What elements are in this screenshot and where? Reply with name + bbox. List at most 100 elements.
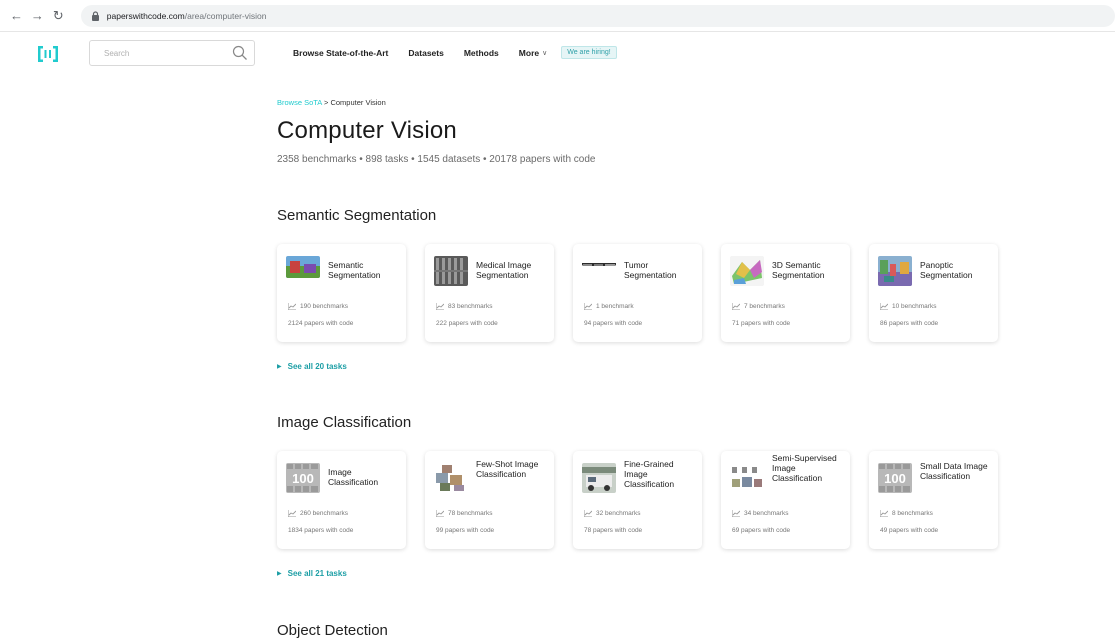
benchmark-text: 260 benchmarks: [300, 510, 349, 517]
hiring-badge[interactable]: We are hiring!: [561, 46, 617, 59]
task-name: Image Classification: [328, 467, 379, 487]
svg-text:100: 100: [884, 471, 906, 486]
benchmark-count: 190 benchmarks: [287, 303, 349, 311]
task-card-tumor-segmentation[interactable]: Tumor Segmentation 1 benchmark 94 papers…: [573, 244, 702, 342]
task-name: 3D Semantic Segmentation: [772, 260, 825, 280]
task-name: Small Data Image Classification: [920, 461, 988, 481]
task-card-semi-supervised-image-classification[interactable]: Semi-Supervised Image Classification 34 …: [721, 451, 850, 549]
benchmark-text: 8 benchmarks: [892, 510, 933, 517]
task-card-panoptic-segmentation[interactable]: Panoptic Segmentation 10 benchmarks 86 p…: [869, 244, 998, 342]
benchmark-text: 7 benchmarks: [744, 303, 785, 310]
url-host: paperswithcode.com: [106, 10, 185, 21]
papers-count: 49 papers with code: [880, 527, 939, 534]
benchmark-text: 32 benchmarks: [596, 510, 641, 517]
task-thumbnail: 100: [286, 463, 320, 493]
benchmark-text: 83 benchmarks: [448, 303, 493, 310]
section-object-detection: Object Detection: [277, 622, 388, 639]
task-thumbnail: [582, 258, 616, 266]
task-name: Few-Shot Image Classification: [476, 459, 539, 479]
benchmark-count: 83 benchmarks: [435, 303, 493, 311]
task-thumbnail: [434, 463, 468, 493]
lock-icon: [91, 10, 101, 21]
see-all-label: See all 21 tasks: [287, 569, 347, 578]
task-name: Tumor Segmentation: [624, 260, 677, 280]
task-name: Semantic Segmentation: [328, 260, 381, 280]
site-header: Browse State-of-the-Art Datasets Methods…: [0, 32, 1115, 76]
task-cards: 100 Image Classification 260 benchmarks …: [277, 451, 1017, 549]
benchmark-count: 10 benchmarks: [879, 303, 937, 311]
papers-count: 1834 papers with code: [288, 527, 354, 534]
benchmark-count: 8 benchmarks: [879, 510, 933, 518]
benchmark-count: 7 benchmarks: [731, 303, 785, 311]
task-thumbnail: 100: [878, 463, 912, 493]
task-card-3d-semantic-segmentation[interactable]: 3D Semantic Segmentation 7 benchmarks 71…: [721, 244, 850, 342]
caret-right-icon: ▶: [277, 571, 282, 577]
search-icon[interactable]: [232, 45, 248, 61]
page-header: Browse SoTA > Computer Vision Computer V…: [277, 92, 1037, 165]
url-path: /area/computer-vision: [184, 10, 267, 21]
breadcrumb-link-browse-sota[interactable]: Browse SoTA: [277, 98, 322, 107]
task-card-image-classification[interactable]: 100 Image Classification 260 benchmarks …: [277, 451, 406, 549]
section-semantic-segmentation: Semantic Segmentation Semantic Segmentat…: [277, 207, 1017, 371]
search-box[interactable]: [89, 40, 255, 66]
task-thumbnail: [286, 256, 320, 278]
papers-count: 86 papers with code: [880, 320, 939, 327]
task-name: Fine-Grained Image Classification: [624, 459, 675, 489]
task-thumbnail: [878, 256, 912, 286]
chart-icon: [879, 303, 889, 311]
nav-more-label: More: [518, 47, 540, 58]
papers-count: 94 papers with code: [584, 320, 643, 327]
address-bar[interactable]: paperswithcode.com/area/computer-vision: [80, 4, 1115, 27]
chart-icon: [287, 303, 297, 311]
benchmark-text: 78 benchmarks: [448, 510, 493, 517]
task-card-fine-grained-image-classification[interactable]: Fine-Grained Image Classification 32 ben…: [573, 451, 702, 549]
task-thumbnail: [582, 463, 616, 493]
chart-icon: [435, 510, 445, 518]
section-title: Image Classification: [277, 414, 412, 431]
task-thumbnail: [730, 256, 764, 286]
task-card-semantic-segmentation[interactable]: Semantic Segmentation 190 benchmarks 212…: [277, 244, 406, 342]
task-name: Medical Image Segmentation: [476, 260, 532, 280]
task-card-medical-image-segmentation[interactable]: Medical Image Segmentation 83 benchmarks…: [425, 244, 554, 342]
nav-methods[interactable]: Methods: [464, 48, 499, 58]
main-nav: Browse State-of-the-Art Datasets Methods…: [293, 46, 617, 59]
benchmark-text: 190 benchmarks: [300, 303, 349, 310]
chart-icon: [583, 510, 593, 518]
nav-browse-sota[interactable]: Browse State-of-the-Art: [293, 48, 388, 58]
breadcrumb: Browse SoTA > Computer Vision: [277, 98, 1037, 107]
forward-arrow-icon[interactable]: →: [29, 7, 46, 25]
benchmark-count: 78 benchmarks: [435, 510, 493, 518]
papers-count: 78 papers with code: [584, 527, 643, 534]
benchmark-count: 32 benchmarks: [583, 510, 641, 518]
see-all-tasks-link[interactable]: ▶ See all 21 tasks: [277, 569, 1017, 578]
papers-count: 2124 papers with code: [288, 320, 354, 327]
task-name: Semi-Supervised Image Classification: [772, 453, 837, 483]
breadcrumb-current: Computer Vision: [330, 98, 386, 107]
section-image-classification: Image Classification 100 Image Classific…: [277, 414, 1017, 578]
benchmark-text: 1 benchmark: [596, 303, 634, 310]
search-input[interactable]: [104, 48, 234, 58]
page-title: Computer Vision: [277, 117, 457, 144]
benchmark-count: 34 benchmarks: [731, 510, 788, 518]
chart-icon: [435, 303, 445, 311]
chart-icon: [583, 303, 593, 311]
reload-icon[interactable]: ↻: [50, 7, 67, 25]
task-card-small-data-image-classification[interactable]: 100 Small Data Image Classification 8 be…: [869, 451, 998, 549]
chart-icon: [287, 510, 297, 518]
benchmark-count: 260 benchmarks: [287, 510, 349, 518]
caret-right-icon: ▶: [277, 364, 282, 370]
nav-more-dropdown[interactable]: More ∨: [519, 48, 547, 58]
chart-icon: [879, 510, 889, 518]
task-card-few-shot-image-classification[interactable]: Few-Shot Image Classification 78 benchma…: [425, 451, 554, 549]
papers-count: 71 papers with code: [732, 320, 791, 327]
paperswithcode-logo[interactable]: [38, 45, 58, 63]
benchmark-text: 10 benchmarks: [892, 303, 937, 310]
task-name: Panoptic Segmentation: [920, 260, 973, 280]
task-thumbnail: [730, 463, 764, 493]
section-title: Semantic Segmentation: [277, 207, 437, 224]
nav-datasets[interactable]: Datasets: [408, 48, 443, 58]
see-all-tasks-link[interactable]: ▶ See all 20 tasks: [277, 362, 1017, 371]
back-arrow-icon[interactable]: ←: [8, 7, 25, 25]
task-thumbnail: [434, 256, 468, 286]
svg-text:100: 100: [292, 471, 314, 486]
